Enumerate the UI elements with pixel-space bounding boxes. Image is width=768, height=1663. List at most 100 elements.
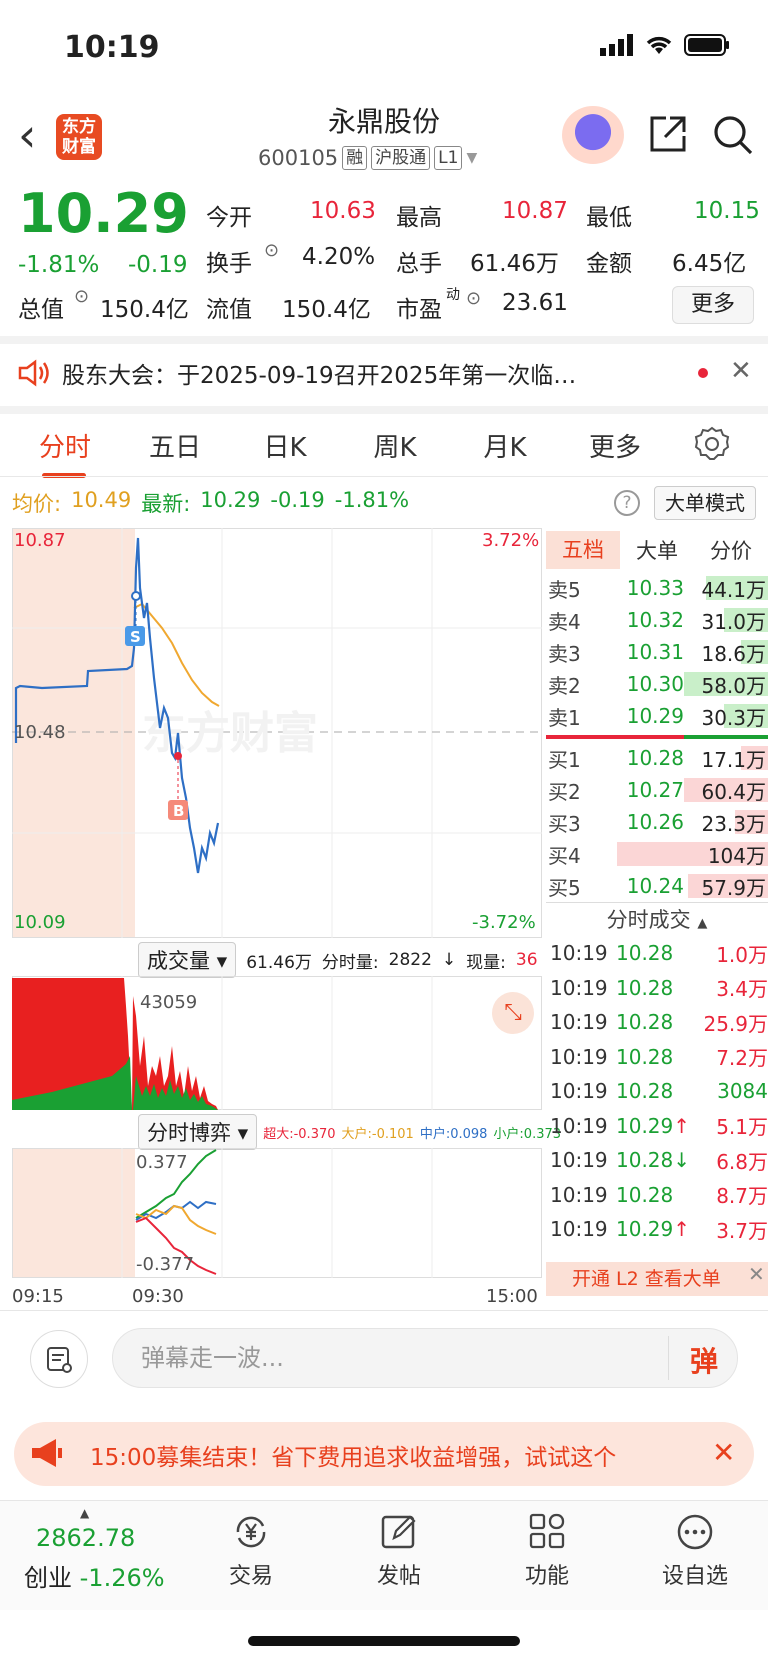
search-icon[interactable] — [712, 114, 754, 156]
info-dots-icon[interactable]: ⊙ — [466, 288, 481, 309]
volume-value: 61.46万 — [470, 251, 559, 277]
trade-price: 10.28 — [616, 1183, 696, 1207]
current-price: 10.29 — [18, 182, 189, 245]
buy-point — [174, 752, 182, 760]
danmu-input[interactable]: 弹幕走一波... — [112, 1328, 738, 1388]
trade-time: 10:19 — [550, 1182, 608, 1207]
l2-upgrade-banner[interactable]: 开通 L2 查看大单 — [546, 1262, 768, 1296]
tab-five-day[interactable]: 五日 — [120, 427, 230, 464]
trade-list: 10:19 10.28 1.0万 10:19 10.28 3.4万 10:19 10.28 25… — [546, 936, 768, 1247]
notice-bar[interactable]: 股东大会：于2025-09-19召开2025年第一次临… — [18, 356, 718, 390]
info-dots-icon[interactable]: ⊙ — [264, 240, 279, 261]
bid-row[interactable]: 买410.25104万 — [546, 838, 768, 870]
nav-add-watchlist[interactable]: 设自选 — [640, 1512, 750, 1590]
more-button[interactable]: 更多 — [672, 286, 754, 324]
trade-price-text: 10.28 — [616, 1148, 674, 1173]
trade-direction: ↓ — [673, 1148, 691, 1173]
pe-value: 23.61 — [502, 290, 568, 316]
trade-row: 10:19 10.28 8.7万 — [546, 1178, 768, 1213]
trade-price: 10.29↑ — [616, 1114, 696, 1138]
pe-label: 市盈 — [396, 297, 442, 323]
tab-weekly-k[interactable]: 周K — [340, 427, 450, 464]
assistant-robot-icon[interactable] — [562, 106, 624, 164]
trades-title[interactable]: 分时成交 ▲ — [546, 902, 768, 936]
nav-trade[interactable]: 交易 — [196, 1512, 306, 1590]
ask-row[interactable]: 卖3 10.31 18.6万 — [546, 636, 768, 668]
period-tabs: 分时 五日 日K 周K 月K 更多 — [0, 416, 768, 478]
index-value[interactable]: 2862.78 — [36, 1524, 135, 1552]
trade-price-text: 10.28 — [616, 1044, 674, 1069]
ask-row[interactable]: 卖2 10.30 58.0万 — [546, 668, 768, 700]
megaphone-icon — [32, 1439, 62, 1467]
tab-price-distribution[interactable]: 分价 — [694, 535, 768, 565]
note-button[interactable] — [30, 1330, 88, 1388]
pe-sup: 动 — [446, 287, 460, 303]
bid-row[interactable]: 买1 10.28 17.1万 — [546, 742, 768, 774]
nav-post[interactable]: 发帖 — [344, 1512, 454, 1590]
bid-label: 买5 — [548, 875, 581, 900]
danmu-send-button[interactable]: 弹 — [690, 1340, 718, 1380]
trade-price: 10.28 — [616, 941, 696, 965]
tab-five-levels[interactable]: 五档 — [546, 531, 620, 569]
ask-vol: 58.0万 — [701, 673, 766, 698]
ask-label: 卖1 — [548, 705, 581, 730]
volume-dropdown[interactable]: 成交量 ▾ — [138, 942, 237, 978]
ask-strength-bar — [683, 735, 768, 739]
expand-icon[interactable]: ⤡ — [492, 992, 534, 1034]
share-icon[interactable] — [648, 114, 688, 154]
tab-more[interactable]: 更多 — [560, 427, 670, 464]
game-bottom-label: -0.377 — [136, 1254, 195, 1275]
game-chart-svg — [121, 1148, 433, 1278]
close-icon[interactable]: ✕ — [712, 1436, 735, 1469]
game-dropdown[interactable]: 分时博弈 ▾ — [138, 1114, 258, 1150]
bid-vol: 60.4万 — [701, 779, 766, 804]
tab-monthly-k[interactable]: 月K — [450, 427, 560, 464]
high-label: 最高 — [396, 205, 442, 231]
tab-big-orders[interactable]: 大单 — [620, 535, 694, 565]
more-dots-icon — [677, 1514, 713, 1550]
caret-up-icon[interactable]: ▲ — [80, 1506, 89, 1520]
ask-row[interactable]: 卖5 10.33 44.1万 — [546, 572, 768, 604]
ask-row[interactable]: 卖1 10.29 30.3万 — [546, 700, 768, 732]
caret-up-icon: ▲ — [697, 916, 708, 931]
trade-volume: 7.2万 — [716, 1046, 768, 1071]
tab-daily-k[interactable]: 日K — [230, 427, 340, 464]
big-order-mode-button[interactable]: 大单模式 — [654, 486, 756, 520]
close-icon[interactable]: ✕ — [730, 356, 752, 386]
bid-row[interactable]: 买2 10.27 60.4万 — [546, 774, 768, 806]
trade-price: 10.28 — [616, 976, 696, 1000]
high-value: 10.87 — [502, 198, 568, 224]
sell-point — [131, 591, 141, 601]
trade-price: 10.28↓ — [616, 1148, 696, 1172]
nav-functions-label: 功能 — [524, 1564, 569, 1589]
ask-label: 卖3 — [548, 641, 581, 666]
trade-row: 10:19 10.28 3084 — [546, 1074, 768, 1109]
divider — [0, 476, 768, 477]
home-indicator — [248, 1636, 520, 1646]
change-amount: -0.19 — [128, 252, 188, 278]
close-icon[interactable]: ✕ — [748, 1262, 765, 1286]
ask-row[interactable]: 卖4 10.32 31.0万 — [546, 604, 768, 636]
trade-price: 10.28 — [616, 1079, 696, 1103]
mktcap-label: 总值 — [18, 297, 64, 323]
avg-info-bar: 均价: 10.49 最新: 10.29 -0.19 -1.81% — [12, 488, 409, 518]
info-dots-icon[interactable]: ⊙ — [74, 286, 89, 307]
bid-row[interactable]: 买5 10.24 57.9万 — [546, 870, 768, 902]
trade-time: 10:19 — [550, 1148, 608, 1173]
tab-intraday[interactable]: 分时 — [10, 427, 120, 478]
help-icon[interactable]: ? — [614, 490, 640, 516]
nav-functions[interactable]: 功能 — [492, 1512, 602, 1590]
mktcap-value: 150.4亿 — [100, 297, 189, 323]
amount-label: 金额 — [586, 251, 632, 277]
super-large-value: 超大:-0.370 — [263, 1126, 336, 1142]
volume-max-label: 43059 — [140, 992, 198, 1013]
bid-vol: 57.9万 — [701, 875, 766, 900]
bid-row[interactable]: 买3 10.26 23.3万 — [546, 806, 768, 838]
divider — [0, 406, 768, 414]
gear-icon[interactable] — [694, 426, 730, 462]
caret-down-icon[interactable]: ▼ — [466, 150, 477, 166]
latest-change: -0.19 — [270, 488, 325, 512]
tag-connect: 沪股通 — [371, 146, 431, 170]
index-line[interactable]: 创业 -1.26% — [24, 1558, 165, 1593]
trade-volume: 5.1万 — [716, 1115, 768, 1140]
